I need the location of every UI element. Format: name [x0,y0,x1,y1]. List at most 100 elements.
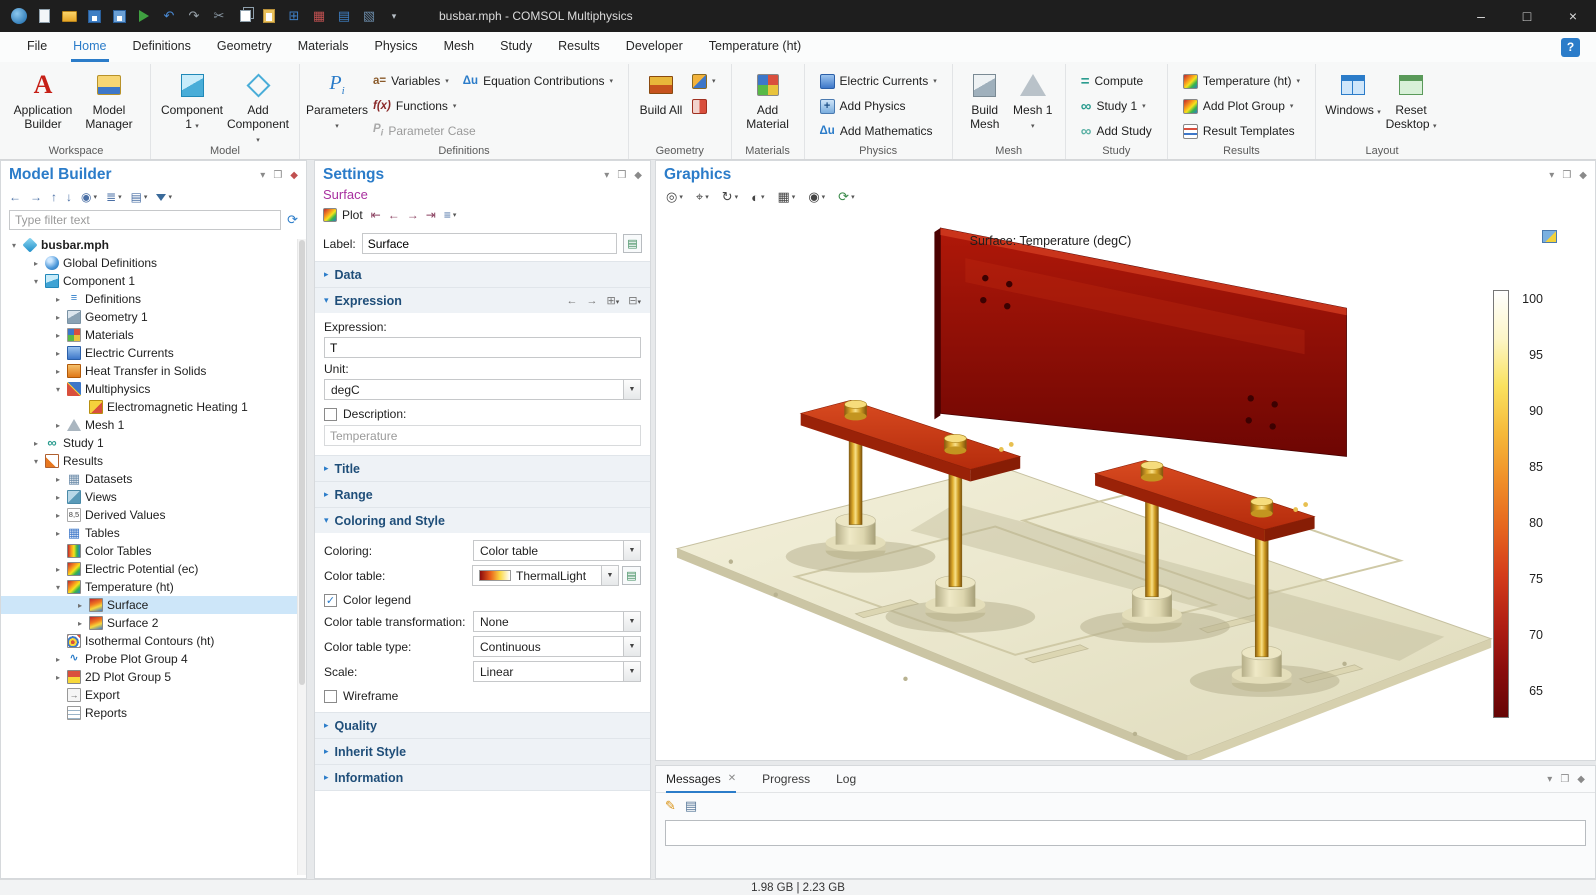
chevron-collapsed-icon[interactable]: ▸ [53,673,63,682]
delete-button[interactable]: ▦ [310,7,328,25]
dropdown-arrow-icon[interactable]: ▼ [601,566,618,585]
save-as-button[interactable] [110,7,128,25]
tree-item-surface[interactable]: ▸Surface [1,596,306,614]
tree-scrollbar[interactable] [297,239,306,875]
copy-button[interactable] [235,7,253,25]
messages-output-area[interactable] [665,820,1586,846]
tree-item-electric-potential[interactable]: ▸Electric Potential (ec) [1,560,306,578]
menu-temperature-ht[interactable]: Temperature (ht) [696,32,814,62]
tree-item-2d-plot-group[interactable]: ▸2D Plot Group 5 [1,668,306,686]
chevron-collapsed-icon[interactable]: ▸ [75,619,85,628]
orientation-button[interactable]: ⌖▾ [696,189,709,205]
chevron-collapsed-icon[interactable]: ▸ [53,529,63,538]
select-button[interactable]: ◉▾ [808,189,825,205]
expression-next-button[interactable]: → [587,295,598,307]
wireframe-checkbox[interactable] [324,690,337,703]
expression-input[interactable] [324,337,641,358]
duplicate-button[interactable]: ⊞ [285,7,303,25]
tab-messages[interactable]: Messages ✕ [666,766,736,793]
scale-dropdown[interactable]: Linear ▼ [473,661,641,682]
chevron-collapsed-icon[interactable]: ▸ [31,259,41,268]
menu-definitions[interactable]: Definitions [120,32,204,62]
tree-item-multiphysics[interactable]: ▾Multiphysics [1,380,306,398]
cut-button[interactable]: ✂ [210,7,228,25]
chevron-expanded-icon[interactable]: ▾ [53,385,63,394]
tree-item-probe-plot-group[interactable]: ▸∿Probe Plot Group 4 [1,650,306,668]
chevron-collapsed-icon[interactable]: ▸ [53,367,63,376]
filter-button[interactable]: ▾ [156,193,172,201]
help-button[interactable]: ? [1561,38,1580,57]
maximize-button[interactable]: □ [1504,0,1550,32]
add-mathematics-button[interactable]: Δu Add Mathematics [813,119,944,143]
chevron-collapsed-icon[interactable]: ▸ [75,601,85,610]
panel-menu-chevron-icon[interactable]: ▾ [260,170,265,181]
chevron-collapsed-icon[interactable]: ▸ [53,313,63,322]
chevron-expanded-icon[interactable]: ▾ [31,457,41,466]
copy-messages-icon[interactable]: ▤ [685,798,697,814]
study-1-button[interactable]: ∞ Study 1▾ [1074,94,1159,118]
open-file-button[interactable] [60,7,78,25]
parameters-button[interactable]: Pi Parameters ▾ [308,67,366,134]
tree-item-temperature-ht[interactable]: ▾Temperature (ht) [1,578,306,596]
menu-study[interactable]: Study [487,32,545,62]
float-window-icon[interactable]: ❒ [1560,774,1569,785]
functions-button[interactable]: f(x) Functions▾ [366,94,620,118]
chevron-collapsed-icon[interactable]: ▸ [53,511,63,520]
move-down-button[interactable]: ↓ [66,190,72,204]
plot-previous-button[interactable]: ← [388,208,400,222]
float-window-icon[interactable]: ❒ [273,170,282,181]
zoom-button[interactable]: ◎▾ [666,189,683,205]
coloring-dropdown[interactable]: Color table ▼ [473,540,641,561]
plot-next-button[interactable]: → [407,208,419,222]
panel-menu-chevron-icon[interactable]: ▾ [604,170,609,181]
chevron-expanded-icon[interactable]: ▾ [53,583,63,592]
refresh-icon[interactable]: ⟳ [287,212,298,228]
chevron-collapsed-icon[interactable]: ▸ [53,565,63,574]
paste-button[interactable] [260,7,278,25]
show-button[interactable]: ◉▾ [81,190,97,204]
chevron-expanded-icon[interactable]: ▾ [31,277,41,286]
tab-progress[interactable]: Progress [762,766,810,793]
dropdown-arrow-icon[interactable]: ▼ [623,637,640,656]
chevron-collapsed-icon[interactable]: ▸ [53,295,63,304]
menu-home[interactable]: Home [60,32,119,62]
panel-menu-chevron-icon[interactable]: ▾ [1549,170,1554,181]
result-templates-button[interactable]: Result Templates [1176,119,1307,143]
dropdown-arrow-icon[interactable]: ▼ [623,662,640,681]
chevron-collapsed-icon[interactable]: ▸ [53,421,63,430]
tree-item-derived-values[interactable]: ▸8,5Derived Values [1,506,306,524]
tree-item-export[interactable]: →Export [1,686,306,704]
tree-item-electric-currents[interactable]: ▸Electric Currents [1,344,306,362]
float-window-icon[interactable]: ❒ [1562,170,1571,181]
tree-item-reports[interactable]: Reports [1,704,306,722]
windows-button[interactable]: Windows ▾ [1324,67,1382,120]
menu-materials[interactable]: Materials [285,32,362,62]
add-component-button[interactable]: Add Component ▾ [225,67,291,149]
menu-results[interactable]: Results [545,32,613,62]
add-study-button[interactable]: ∞ Add Study [1074,119,1159,143]
tree-item-datasets[interactable]: ▸▦Datasets [1,470,306,488]
move-up-button[interactable]: ↑ [51,190,57,204]
tree-item-color-tables[interactable]: Color Tables [1,542,306,560]
rotate-button[interactable]: ↻▾ [722,189,738,205]
section-header-title[interactable]: ▸ Title [315,456,650,481]
label-input[interactable] [362,233,617,254]
dropdown-arrow-icon[interactable]: ▼ [623,541,640,560]
tree-item-electromagnetic-heating[interactable]: Electromagnetic Heating 1 [1,398,306,416]
section-header-range[interactable]: ▸ Range [315,482,650,507]
chevron-collapsed-icon[interactable]: ▸ [31,439,41,448]
reset-desktop-button[interactable]: Reset Desktop ▾ [1382,67,1440,134]
model-manager-button[interactable]: Model Manager [76,67,142,134]
tree-filter-input[interactable] [9,210,281,230]
geometry-delete-button[interactable] [685,94,723,118]
replace-expression-button[interactable]: ⊟▾ [628,294,641,307]
tree-item-definitions[interactable]: ▸≡Definitions [1,290,306,308]
tree-item-global-definitions[interactable]: ▸Global Definitions [1,254,306,272]
application-builder-button[interactable]: A Application Builder [10,67,76,134]
component-1-button[interactable]: Component 1 ▾ [159,67,225,134]
electric-currents-button[interactable]: Electric Currents▾ [813,69,944,93]
pin-panel-icon[interactable]: ◆ [1577,774,1585,785]
redo-button[interactable]: ↷ [185,7,203,25]
table-tool-button[interactable]: ▤ [335,7,353,25]
new-file-button[interactable] [35,7,53,25]
